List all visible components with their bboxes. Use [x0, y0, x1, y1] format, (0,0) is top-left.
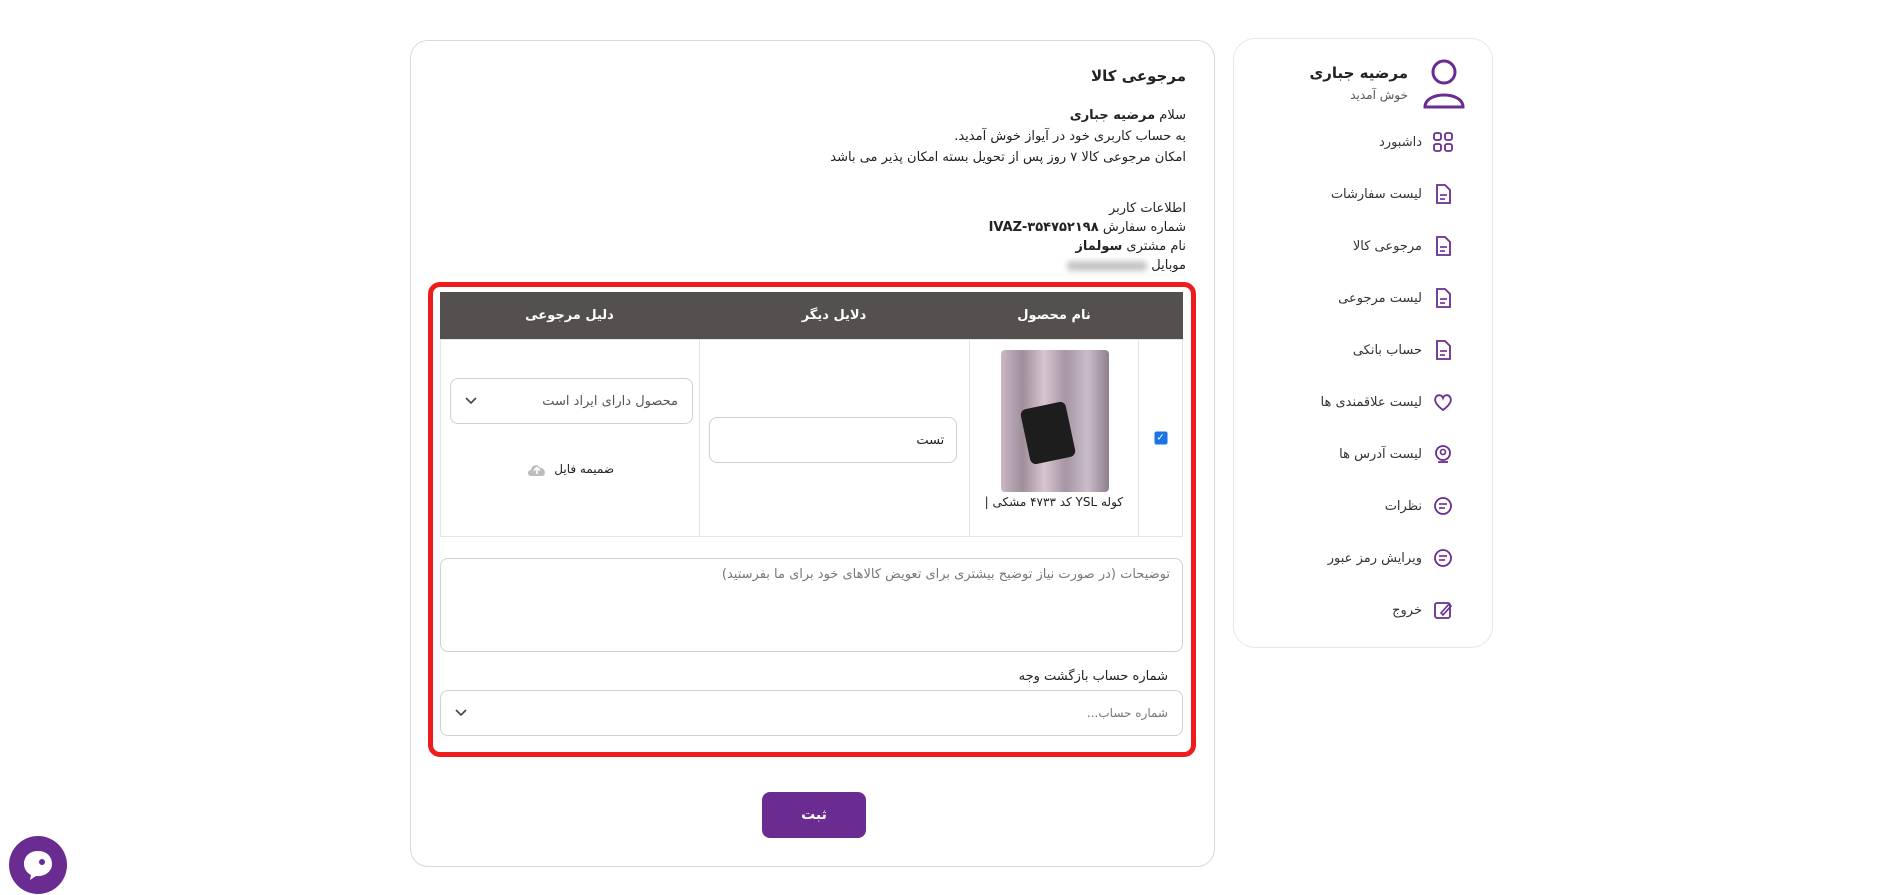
sidebar-item-label: نظرات	[1384, 498, 1422, 514]
comment-icon	[1434, 497, 1452, 515]
sidebar-item-return-list[interactable]: لیست مرجوعی	[1338, 287, 1454, 309]
chevron-down-icon	[455, 709, 467, 717]
sidebar-item-orders[interactable]: لیست سفارشات	[1331, 183, 1454, 205]
grid-icon	[1433, 132, 1453, 152]
sidebar-item-label: داشبورد	[1379, 134, 1422, 150]
product-cell: کوله YSL کد ۴۷۳۳ مشکی |	[968, 340, 1139, 536]
location-icon	[1435, 445, 1451, 463]
attach-file-button[interactable]: ضمیمه فایل	[441, 460, 699, 478]
profile-welcome: خوش آمدید	[1350, 88, 1408, 102]
sidebar-item-label: حساب بانکی	[1352, 342, 1422, 358]
return-reason-cell: محصول دارای ایراد است ضمیمه فایل	[441, 340, 699, 536]
profile-name: مرضیه جباری	[1309, 64, 1408, 82]
chat-bubble-icon	[24, 851, 52, 880]
attach-file-label: ضمیمه فایل	[554, 462, 615, 476]
table-row: ✓ کوله YSL کد ۴۷۳۳ مشکی | تست محصول دارا…	[440, 339, 1183, 537]
sidebar-item-label: لیست سفارشات	[1330, 186, 1422, 202]
profile: مرضیه جباری خوش آمدید	[1309, 57, 1466, 109]
edit-icon	[1434, 602, 1453, 619]
header-other-reasons: دلایل دیگر	[801, 308, 867, 323]
chevron-down-icon	[465, 397, 477, 405]
sidebar-item-label: ویرایش رمز عبور	[1327, 550, 1422, 566]
header-return-reason: دلیل مرجوعی	[525, 308, 614, 323]
sidebar-item-logout[interactable]: خروج	[1392, 599, 1454, 621]
sidebar-item-bank-account[interactable]: حساب بانکی	[1353, 339, 1454, 361]
greeting-block: سلام مرضیه جباری به حساب کاربری خود در آ…	[830, 105, 1186, 168]
sidebar-item-label: مرجوعی کالا	[1352, 238, 1422, 254]
account-placeholder: شماره حساب...	[1086, 706, 1168, 720]
mobile-label: موبایل	[1151, 258, 1186, 273]
account-select[interactable]: شماره حساب...	[440, 690, 1183, 736]
sidebar-item-dashboard[interactable]: داشبورد	[1379, 131, 1454, 153]
header-product: نام محصول	[1017, 308, 1091, 323]
document-icon	[1436, 236, 1451, 256]
sidebar-item-label: لیست علاقمندی ها	[1320, 394, 1423, 410]
return-table: نام محصول دلایل دیگر دلیل مرجوعی ✓ کوله …	[440, 292, 1183, 537]
sidebar-item-wishlist[interactable]: لیست علاقمندی ها	[1321, 391, 1455, 413]
customer-label: نام مشتری	[1126, 239, 1186, 254]
return-reason-select[interactable]: محصول دارای ایراد است	[450, 378, 693, 424]
chat-widget-button[interactable]	[9, 836, 67, 894]
other-reason-input[interactable]: تست	[709, 417, 958, 463]
select-cell: ✓	[1138, 340, 1182, 536]
sidebar-item-change-password[interactable]: ویرایش رمز عبور	[1328, 547, 1454, 569]
user-info-label: اطلاعات کاربر	[1108, 201, 1186, 216]
sidebar-item-label: لیست آدرس ها	[1339, 446, 1422, 462]
order-label: شماره سفارش	[1102, 220, 1186, 235]
sidebar-item-label: لیست مرجوعی	[1338, 290, 1422, 306]
customer-name: سولماز	[1075, 239, 1123, 254]
document-icon	[1436, 184, 1451, 204]
welcome-text: به حساب کاربری خود در آیواز خوش آمدید.	[954, 129, 1186, 144]
description-textarea[interactable]: توضیحات (در صورت نیاز توضیح بیشتری برای …	[440, 558, 1183, 652]
comment-icon	[1434, 549, 1452, 567]
greeting-prefix: سلام	[1159, 108, 1186, 123]
order-number: IVAZ-۳۵۴۷۵۲۱۹۸	[988, 220, 1099, 235]
sidebar: مرضیه جباری خوش آمدید داشبورد لیست سفارش…	[1233, 38, 1493, 648]
table-header: نام محصول دلایل دیگر دلیل مرجوعی	[440, 292, 1183, 339]
sidebar-item-addresses[interactable]: لیست آدرس ها	[1339, 443, 1454, 465]
document-icon	[1436, 288, 1451, 308]
header-select	[1139, 292, 1183, 339]
user-info: اطلاعات کاربر شماره سفارش IVAZ-۳۵۴۷۵۲۱۹۸…	[989, 199, 1186, 275]
return-reason-value: محصول دارای ایراد است	[542, 393, 678, 409]
user-icon	[1423, 59, 1465, 109]
sidebar-item-comments[interactable]: نظرات	[1385, 495, 1454, 517]
upload-cloud-icon	[528, 465, 546, 476]
product-image[interactable]	[1000, 350, 1109, 492]
submit-button[interactable]: ثبت	[762, 792, 866, 838]
document-icon	[1436, 340, 1451, 360]
page-title: مرجوعی کالا	[1090, 67, 1186, 85]
return-policy: امکان مرجوعی کالا ۷ روز پس از تحویل بسته…	[830, 150, 1186, 165]
other-reason-cell: تست	[699, 340, 968, 536]
sidebar-item-return[interactable]: مرجوعی کالا	[1353, 235, 1454, 257]
greeting-name: مرضیه جباری	[1069, 108, 1156, 123]
heart-icon	[1434, 394, 1452, 412]
row-checkbox[interactable]: ✓	[1154, 431, 1168, 445]
product-name[interactable]: کوله YSL کد ۴۷۳۳ مشکی |	[970, 494, 1139, 511]
sidebar-item-label: خروج	[1392, 602, 1422, 618]
mobile-value-blurred	[1067, 260, 1148, 271]
account-label: شماره حساب بازگشت وجه	[1018, 669, 1168, 684]
